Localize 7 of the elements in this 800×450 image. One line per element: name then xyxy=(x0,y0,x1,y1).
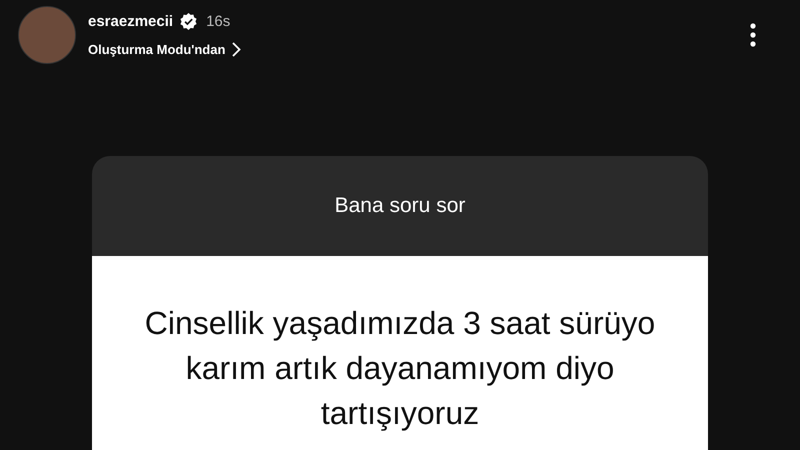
username[interactable]: esraezmecii xyxy=(88,13,174,30)
source-link[interactable]: Oluşturma Modu'ndan xyxy=(88,42,226,57)
more-options-icon[interactable] xyxy=(750,23,756,47)
chevron-right-icon xyxy=(232,42,242,57)
post-time: 16s xyxy=(206,13,230,30)
question-text: Cinsellik yaşadımızda 3 saat sürüyo karım artık dayanamıyom diyo tartışıyoruz xyxy=(144,304,656,433)
question-card-title: Bana soru sor xyxy=(92,156,708,256)
